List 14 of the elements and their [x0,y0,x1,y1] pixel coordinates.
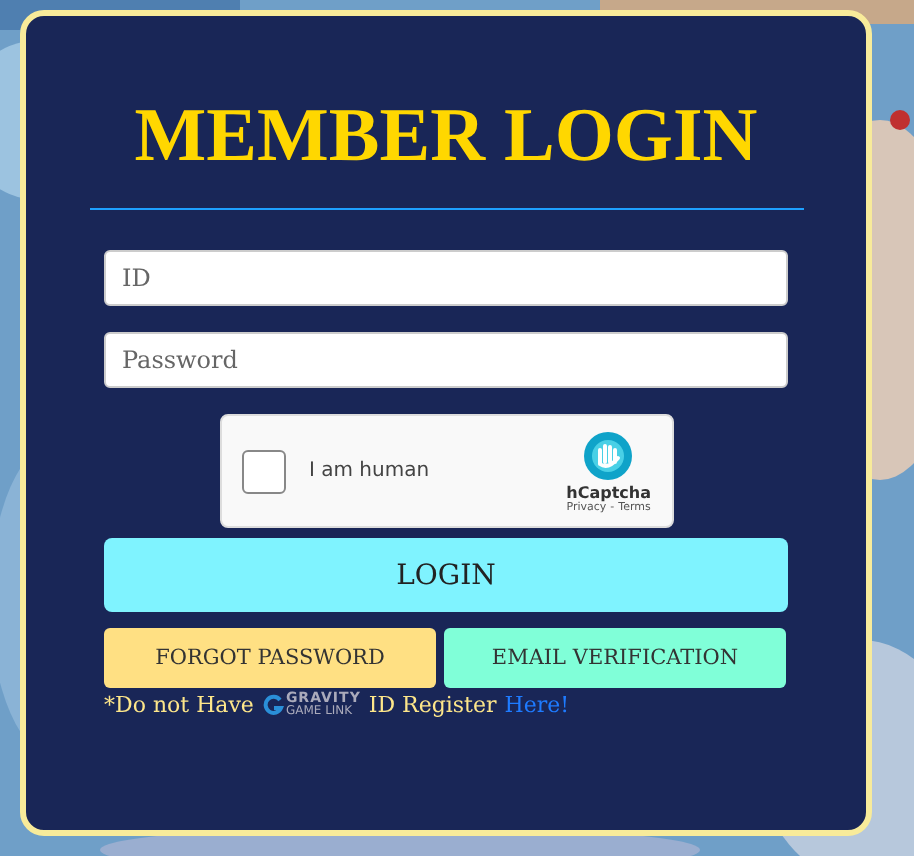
captcha-label: I am human [309,460,432,482]
input-field[interactable]: ID [104,250,788,306]
footer-text: *Do not Have [104,692,254,718]
captcha-checkbox[interactable] [241,449,285,493]
captcha-brand: hCaptcha [566,483,651,501]
hand-logo-icon [582,429,635,481]
action-button[interactable]: EMAIL VERIFICATION [444,628,786,688]
login-button[interactable]: LOGIN [104,538,788,612]
action-button[interactable]: FORGOT PASSWORD [104,628,436,688]
page-title: MEMBER LOGIN [134,92,758,180]
input-field[interactable]: Password [104,332,788,388]
swirl-icon [261,694,284,716]
register-link[interactable]: Here! [504,692,570,718]
footer-text: ID Register [368,692,497,718]
